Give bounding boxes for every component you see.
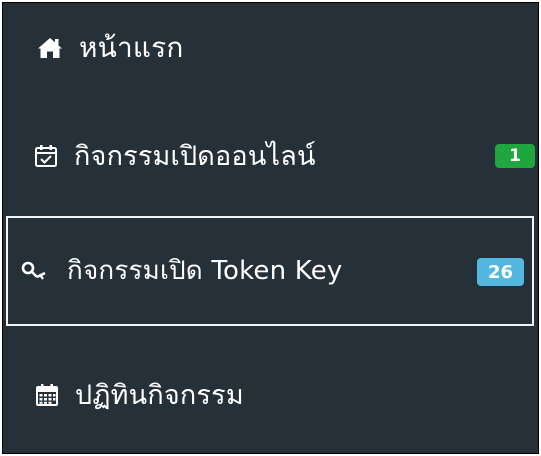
- sidebar-item-token-key-activities[interactable]: กิจกรรมเปิด Token Key: [6, 216, 534, 326]
- home-icon: [37, 37, 63, 59]
- sidebar-item-label: ปฏิทินกิจกรรม: [75, 379, 244, 411]
- calendar-icon: [35, 383, 59, 407]
- sidebar-item-label: กิจกรรมเปิด Token Key: [67, 256, 343, 286]
- calendar-check-icon: [34, 144, 58, 168]
- sidebar-item-home[interactable]: หน้าแรก: [3, 3, 538, 92]
- count-badge: 1: [495, 144, 535, 168]
- key-icon: [21, 261, 49, 281]
- sidebar-item-label: หน้าแรก: [79, 30, 184, 64]
- sidebar-item-activity-calendar[interactable]: ปฏิทินกิจกรรม: [3, 343, 538, 447]
- sidebar-item-label: กิจกรรมเปิดออนไลน์: [74, 140, 316, 172]
- sidebar-menu: หน้าแรก กิจกรรมเปิดออนไลน์ 1 กิจกรรมเปิด: [2, 2, 539, 454]
- sidebar-item-online-activities[interactable]: กิจกรรมเปิดออนไลน์: [3, 103, 538, 209]
- count-badge: 26: [477, 258, 524, 286]
